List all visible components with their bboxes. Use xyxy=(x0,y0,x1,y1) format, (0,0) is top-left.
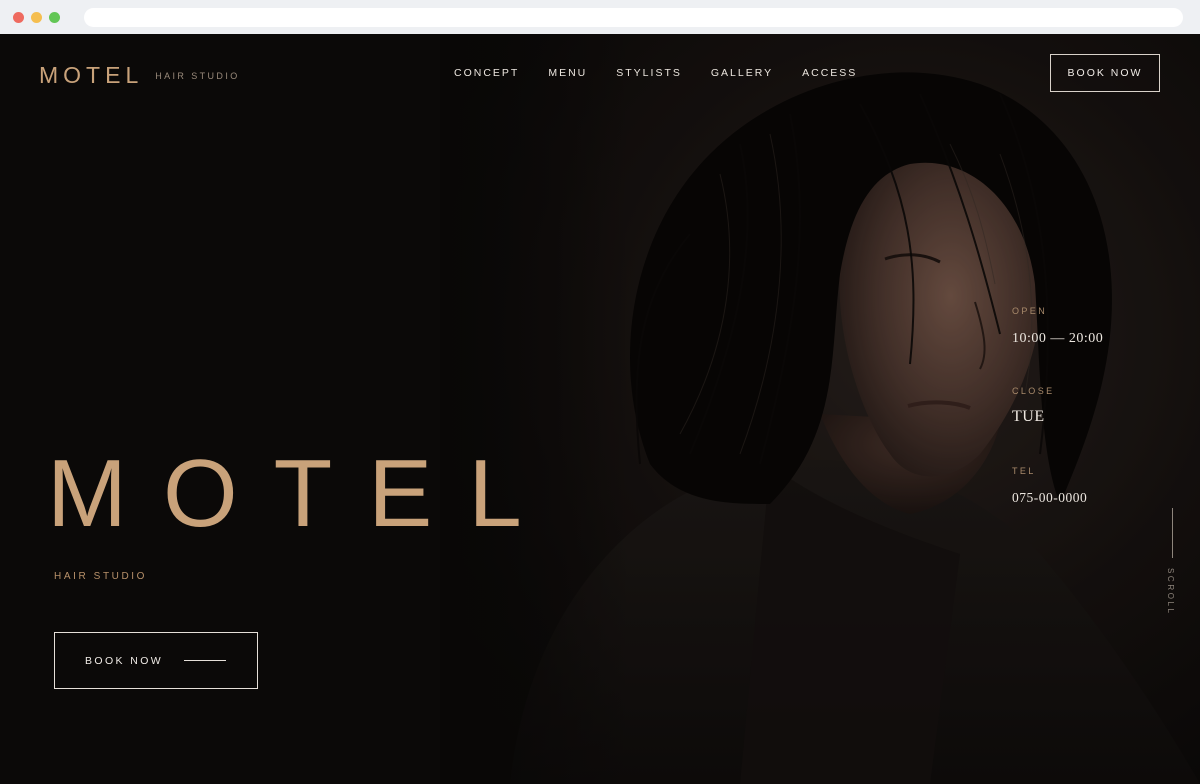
address-bar[interactable] xyxy=(84,8,1183,27)
hero-book-now-label: BOOK NOW xyxy=(85,654,164,667)
logo-wordmark: MOTEL xyxy=(39,62,144,88)
tel-value[interactable]: 075-00-0000 xyxy=(1012,490,1087,506)
minimize-window-dot[interactable] xyxy=(31,12,42,23)
hero-book-now-button[interactable]: BOOK NOW xyxy=(54,632,258,689)
open-value: 10:00 — 20:00 xyxy=(1012,331,1104,346)
nav-stylists[interactable]: STYLISTS xyxy=(616,67,682,79)
opening-hours: OPEN 10:00 — 20:00 xyxy=(1012,306,1103,347)
open-label: OPEN xyxy=(1012,306,1048,316)
header-book-now-button[interactable]: BOOK NOW xyxy=(1050,54,1160,92)
closing-day: CLOSE TUE xyxy=(1012,386,1055,426)
hero-subtitle: HAIR STUDIO xyxy=(54,571,148,582)
close-window-dot[interactable] xyxy=(13,12,24,23)
hero-section: MOTEL HAIR STUDIO CONCEPT MENU STYLISTS … xyxy=(0,34,1200,784)
arrow-line-icon xyxy=(184,660,227,661)
scroll-indicator-line xyxy=(1172,508,1173,558)
browser-chrome xyxy=(0,0,1200,34)
tel-label: TEL xyxy=(1012,466,1036,476)
scroll-indicator[interactable]: SCROLL xyxy=(1166,568,1175,616)
maximize-window-dot[interactable] xyxy=(49,12,60,23)
nav-gallery[interactable]: GALLERY xyxy=(711,67,773,79)
close-label: CLOSE xyxy=(1012,386,1055,396)
telephone: TEL 075-00-0000 xyxy=(1012,466,1087,506)
logo-subtitle: HAIR STUDIO xyxy=(155,71,240,81)
main-nav: CONCEPT MENU STYLISTS GALLERY ACCESS xyxy=(454,67,857,79)
nav-access[interactable]: ACCESS xyxy=(802,67,857,79)
site-logo[interactable]: MOTEL HAIR STUDIO xyxy=(39,62,240,89)
woman-portrait-image xyxy=(440,34,1200,784)
nav-menu[interactable]: MENU xyxy=(548,67,587,79)
close-value: TUE xyxy=(1012,408,1045,425)
nav-concept[interactable]: CONCEPT xyxy=(454,67,519,79)
hero-title: MOTEL xyxy=(47,440,558,547)
